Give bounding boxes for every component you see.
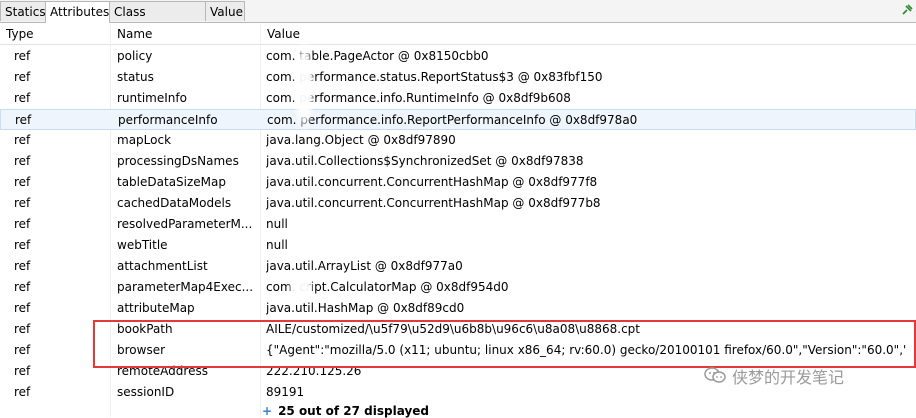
row-name: status (117, 70, 154, 84)
row-type: ref (14, 238, 31, 252)
row-name: browser (117, 343, 166, 357)
table-row[interactable]: ref processingDsNames java.util.Collection… (0, 151, 916, 172)
row-value: com. performance.status.ReportStatus$3 @… (266, 70, 603, 84)
row-value: java.util.concurrent.ConcurrentHashMap @… (266, 175, 598, 189)
column-header: Type Name Value (0, 24, 916, 45)
row-type: ref (14, 70, 31, 84)
table-row[interactable]: ref resolvedParameterM... null (0, 214, 916, 235)
row-type: ref (14, 301, 31, 315)
expand-icon[interactable]: + (262, 404, 272, 418)
row-type: ref (14, 49, 31, 63)
tab-attributes[interactable]: Attributes (45, 1, 110, 23)
row-name: cachedDataModels (117, 196, 232, 210)
row-value: java.util.ArrayList @ 0x8df977a0 (266, 259, 463, 273)
row-value: com. performance.info.RuntimeInfo @ 0x8d… (266, 91, 571, 105)
pin-icon[interactable] (900, 3, 914, 17)
row-type: ref (14, 217, 31, 231)
row-name: bookPath (117, 322, 173, 336)
row-name: resolvedParameterM... (117, 217, 252, 231)
wechat-icon (704, 366, 726, 391)
row-type: ref (14, 343, 31, 357)
row-name: processingDsNames (117, 154, 239, 168)
table-row[interactable]: ref bookPath AILE/customized/\u5f79\u52d9\… (0, 319, 916, 340)
row-value: java.util.HashMap @ 0x8df89cd0 (266, 301, 465, 315)
row-value: {"Agent":"mozilla/5.0 (x11; ubuntu; linu… (266, 343, 906, 357)
table-row[interactable]: ref attributeMap java.util.HashMap @ 0x8df… (0, 298, 916, 319)
row-type: ref (14, 322, 31, 336)
column-value[interactable]: Value (261, 24, 907, 44)
row-value: null (266, 238, 288, 252)
table-row[interactable]: ref webTitle null (0, 235, 916, 256)
table-row[interactable]: ref parameterMap4Exec... com. cript.Calcul… (0, 277, 916, 298)
row-name: attributeMap (117, 301, 195, 315)
tab-value[interactable]: Value (205, 1, 245, 21)
redaction-mark (293, 38, 315, 134)
row-type: ref (14, 175, 31, 189)
row-value: java.util.concurrent.ConcurrentHashMap @… (266, 196, 601, 210)
row-name: performanceInfo (118, 113, 218, 127)
row-name: mapLock (117, 133, 172, 147)
redaction-mark (288, 270, 314, 304)
row-name: webTitle (117, 238, 168, 252)
row-type: ref (14, 280, 31, 294)
displayed-count-text: 25 out of 27 displayed (278, 404, 429, 418)
displayed-count[interactable]: +25 out of 27 displayed (262, 404, 429, 418)
row-name: parameterMap4Exec... (117, 280, 252, 294)
row-value: com. performance.info.ReportPerformanceI… (267, 113, 638, 127)
row-name: policy (117, 49, 153, 63)
table-row[interactable]: ref policy com. table.PageActor @ 0x8150cb… (0, 46, 916, 67)
table-row[interactable]: ref cachedDataModels java.util.concurrent.… (0, 193, 916, 214)
row-type: ref (15, 113, 32, 127)
row-type: ref (14, 385, 31, 399)
table-row[interactable]: ref mapLock java.lang.Object @ 0x8df97890 (0, 130, 916, 151)
column-name[interactable]: Name (111, 24, 265, 44)
row-type: ref (14, 196, 31, 210)
row-value: AILE/customized/\u5f79\u52d9\u6b8b\u96c6… (266, 322, 641, 336)
table-row[interactable]: ref attachmentList java.util.ArrayList @ 0… (0, 256, 916, 277)
watermark-text: 侠梦的开发笔记 (732, 368, 845, 387)
row-type: ref (14, 364, 31, 378)
table-row[interactable]: ref status com. performance.status.ReportS… (0, 67, 916, 88)
row-value: com. table.PageActor @ 0x8150cbb0 (266, 49, 489, 63)
table-row[interactable]: ref tableDataSizeMap java.util.concurrent.… (0, 172, 916, 193)
column-type[interactable]: Type (0, 24, 112, 44)
watermark: 侠梦的开发笔记 (704, 366, 844, 390)
table-row[interactable]: ref browser {"Agent":"mozilla/5.0 (x11; ub… (0, 340, 916, 361)
row-name: sessionID (117, 385, 175, 399)
row-type: ref (14, 133, 31, 147)
row-type: ref (14, 259, 31, 273)
row-name: attachmentList (117, 259, 208, 273)
row-name: runtimeInfo (117, 91, 187, 105)
row-value: null (266, 217, 288, 231)
row-name: remoteAddress (117, 364, 208, 378)
row-value: java.lang.Object @ 0x8df97890 (266, 133, 456, 147)
table-row[interactable]: ref performanceInfo com. performance.info.… (0, 109, 916, 130)
row-value: com. cript.CalculatorMap @ 0x8df954d0 (266, 280, 509, 294)
tab-bar: Statics Attributes Class Hierarchy Value (0, 0, 916, 39)
row-value: java.util.Collections$SynchronizedSet @ … (266, 154, 584, 168)
row-name: tableDataSizeMap (117, 175, 227, 189)
tab-statics[interactable]: Statics (0, 1, 46, 21)
row-type: ref (14, 91, 31, 105)
row-type: ref (14, 154, 31, 168)
tab-class-hierarchy[interactable]: Class Hierarchy (109, 1, 206, 39)
table-row[interactable]: ref runtimeInfo com. performance.info.Runt… (0, 88, 916, 109)
